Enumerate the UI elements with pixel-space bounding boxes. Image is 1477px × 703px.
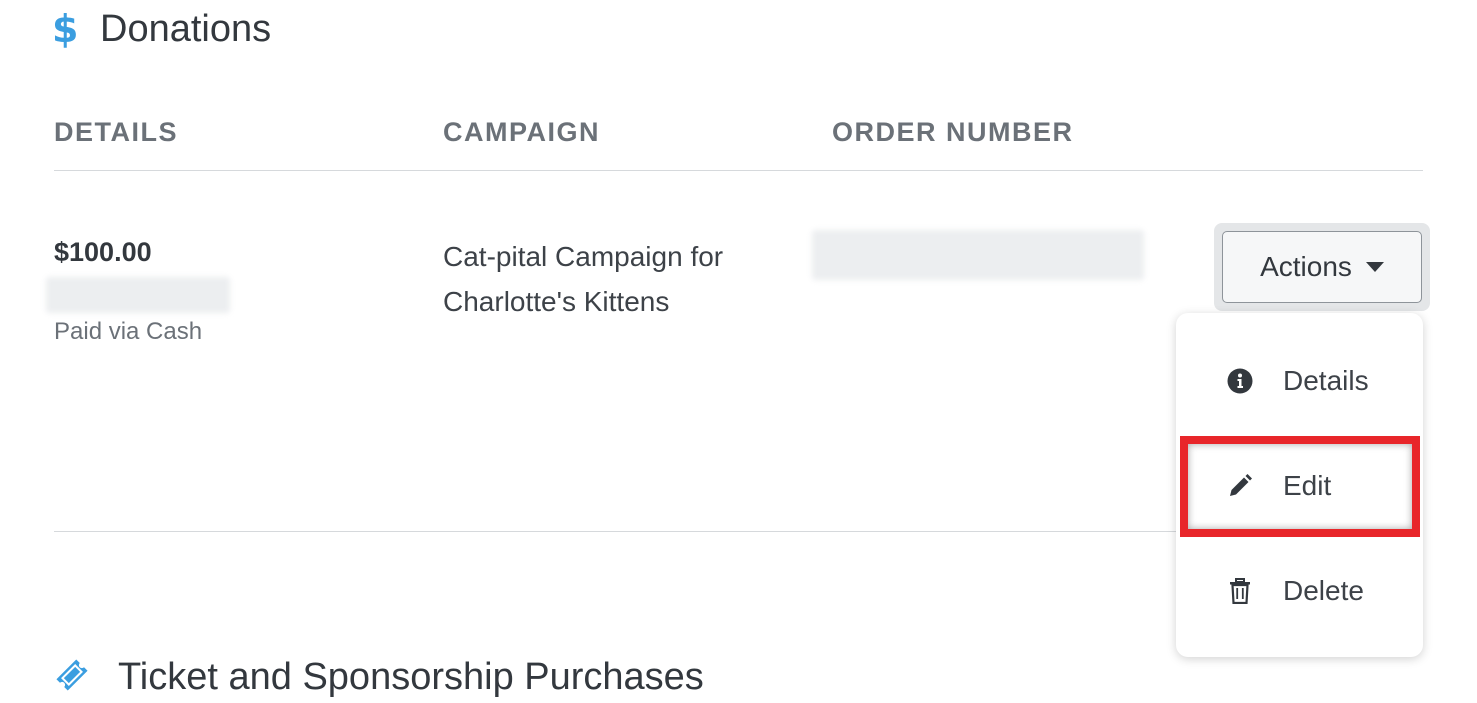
- ticket-icon: [52, 655, 92, 700]
- info-circle-icon: [1226, 367, 1254, 395]
- menu-item-label: Edit: [1283, 470, 1332, 501]
- header-divider: [54, 170, 1423, 171]
- redacted-date: [46, 277, 230, 313]
- page: $ Donations DETAILS CAMPAIGN ORDER NUMBE…: [0, 0, 1477, 703]
- menu-item-details[interactable]: Details: [1176, 346, 1423, 416]
- donations-title: Donations: [100, 7, 272, 50]
- actions-dropdown-menu: Details Edit Delete: [1176, 313, 1423, 657]
- tickets-title: Ticket and Sponsorship Purchases: [118, 655, 704, 698]
- actions-button[interactable]: Actions: [1222, 231, 1422, 303]
- redacted-order-number: [812, 230, 1144, 280]
- dollar-icon: $: [52, 7, 79, 51]
- tickets-header: Ticket and Sponsorship Purchases: [52, 650, 704, 703]
- column-header-details: DETAILS: [54, 117, 178, 147]
- donation-amount: $100.00: [54, 237, 152, 267]
- pencil-icon: [1226, 472, 1254, 500]
- column-header-campaign: CAMPAIGN: [443, 117, 600, 147]
- caret-down-icon: [1365, 262, 1384, 272]
- menu-item-label: Delete: [1283, 575, 1364, 606]
- campaign-name: Cat-pital Campaign for Charlotte's Kitte…: [443, 241, 724, 317]
- menu-item-edit[interactable]: Edit: [1176, 451, 1423, 521]
- actions-button-focus-ring: Actions: [1214, 223, 1430, 311]
- donations-header: $ Donations: [52, 4, 271, 54]
- column-header-order-number: ORDER NUMBER: [832, 117, 1074, 147]
- trash-icon: [1226, 577, 1254, 605]
- actions-button-label: Actions: [1260, 251, 1352, 282]
- payment-method: Paid via Cash: [54, 318, 203, 345]
- menu-item-delete[interactable]: Delete: [1176, 556, 1423, 626]
- menu-item-label: Details: [1283, 365, 1369, 396]
